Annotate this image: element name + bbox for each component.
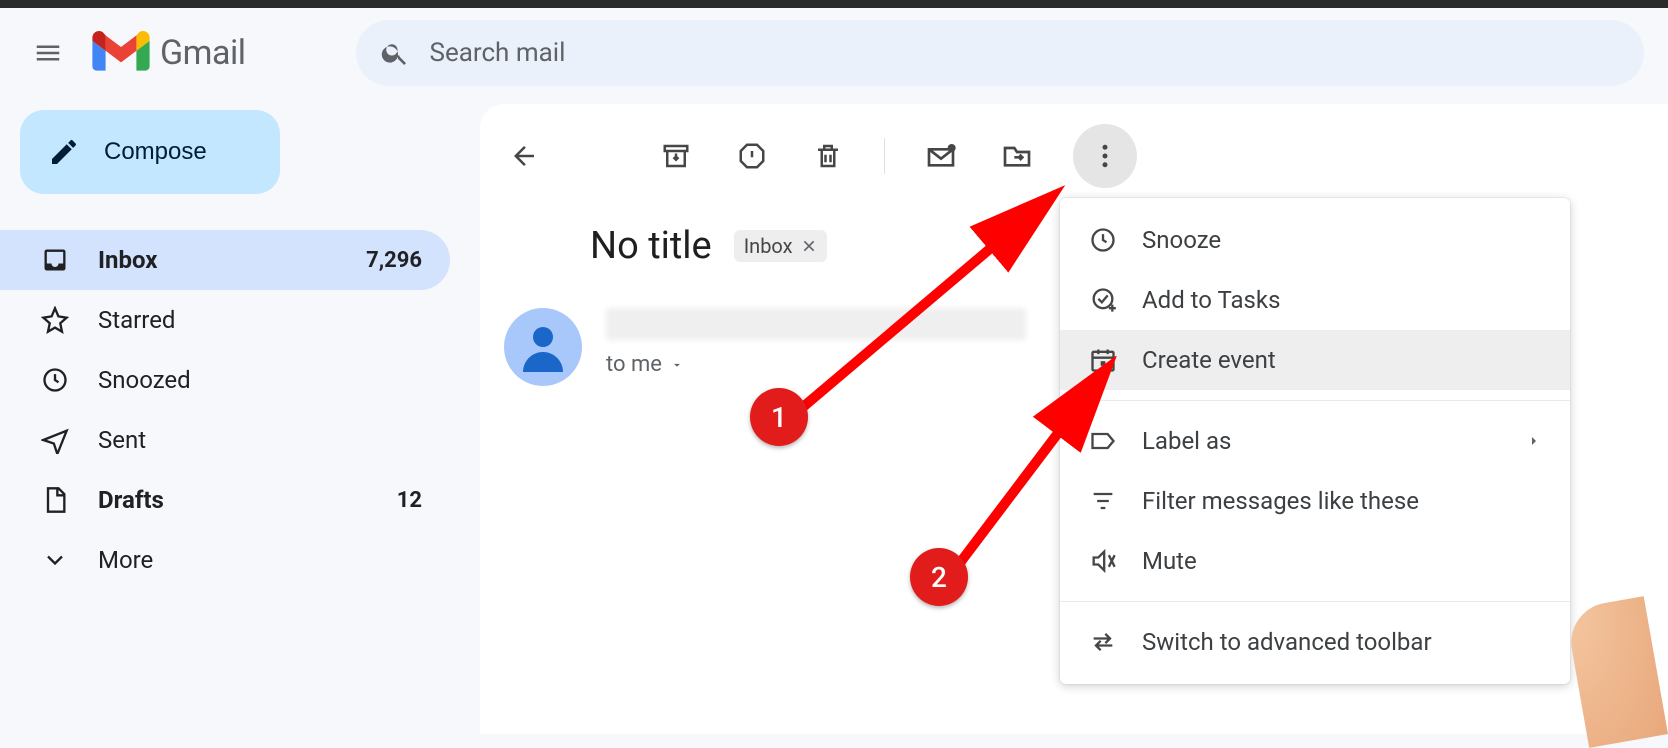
menu-item-label: Filter messages like these — [1142, 487, 1419, 515]
compose-label: Compose — [104, 138, 207, 166]
more-actions-menu: Snooze Add to Tasks Create event Label a… — [1060, 198, 1570, 684]
clock-icon — [1089, 226, 1117, 254]
menu-item-label: Add to Tasks — [1142, 286, 1280, 314]
menu-item-filter[interactable]: Filter messages like these — [1060, 471, 1570, 531]
sidebar-item-drafts[interactable]: Drafts 12 — [0, 470, 450, 530]
label-chip[interactable]: Inbox — [734, 230, 827, 262]
close-icon — [801, 238, 817, 254]
menu-divider — [1060, 400, 1570, 401]
send-icon — [41, 426, 69, 454]
menu-item-label: Snooze — [1142, 226, 1221, 254]
inbox-count: 7,296 — [366, 248, 422, 273]
person-icon — [513, 317, 573, 377]
main-menu-button[interactable] — [24, 29, 72, 77]
menu-item-label: Mute — [1142, 547, 1197, 575]
chevron-right-icon — [1526, 433, 1542, 449]
menu-divider — [1060, 601, 1570, 602]
mark-unread-button[interactable] — [921, 136, 961, 176]
compose-button[interactable]: Compose — [20, 110, 280, 194]
email-subject: No title — [590, 224, 712, 268]
sidebar-item-snoozed[interactable]: Snoozed — [0, 350, 450, 410]
delete-button[interactable] — [808, 136, 848, 176]
trash-icon — [813, 141, 843, 171]
sidebar-item-sent[interactable]: Sent — [0, 410, 450, 470]
more-vertical-icon — [1090, 141, 1120, 171]
menu-item-switch-toolbar[interactable]: Switch to advanced toolbar — [1060, 612, 1570, 672]
mail-unread-icon — [925, 140, 957, 172]
menu-item-label: Switch to advanced toolbar — [1142, 628, 1432, 656]
sender-name-redacted — [606, 308, 1026, 340]
inbox-icon — [41, 246, 69, 274]
more-actions-button[interactable] — [1073, 124, 1137, 188]
gmail-logo-icon — [92, 31, 150, 75]
sidebar: Compose Inbox 7,296 Starred Snoozed Sent — [0, 98, 480, 734]
sidebar-item-label: More — [98, 546, 153, 574]
app-header: Gmail Search mail — [0, 8, 1668, 98]
arrow-left-icon — [509, 141, 539, 171]
clock-icon — [41, 366, 69, 394]
menu-item-label: Label as — [1142, 427, 1231, 455]
move-to-button[interactable] — [997, 136, 1037, 176]
hamburger-icon — [33, 38, 63, 68]
remove-label-button[interactable] — [801, 238, 817, 254]
email-toolbar — [480, 128, 1668, 184]
archive-icon — [661, 141, 691, 171]
sidebar-item-label: Drafts — [98, 486, 164, 514]
report-spam-button[interactable] — [732, 136, 772, 176]
task-add-icon — [1089, 286, 1117, 314]
folder-move-icon — [1001, 140, 1033, 172]
star-icon — [41, 306, 69, 334]
pencil-icon — [48, 136, 80, 168]
mute-icon — [1089, 547, 1117, 575]
sidebar-item-inbox[interactable]: Inbox 7,296 — [0, 230, 450, 290]
search-placeholder: Search mail — [430, 38, 566, 68]
menu-item-snooze[interactable]: Snooze — [1060, 210, 1570, 270]
dropdown-triangle-icon — [670, 358, 684, 372]
label-icon — [1089, 427, 1117, 455]
sidebar-item-more[interactable]: More — [0, 530, 450, 590]
chevron-down-icon — [41, 546, 69, 574]
search-icon — [380, 38, 410, 68]
recipient-text: to me — [606, 352, 662, 377]
search-bar[interactable]: Search mail — [356, 20, 1644, 86]
filter-icon — [1089, 487, 1117, 515]
archive-button[interactable] — [656, 136, 696, 176]
sidebar-item-label: Inbox — [98, 246, 157, 274]
menu-item-mute[interactable]: Mute — [1060, 531, 1570, 591]
spam-icon — [737, 141, 767, 171]
calendar-icon — [1089, 346, 1117, 374]
label-chip-text: Inbox — [744, 234, 793, 258]
nav-list: Inbox 7,296 Starred Snoozed Sent Drafts … — [0, 230, 480, 590]
menu-item-label-as[interactable]: Label as — [1060, 411, 1570, 471]
toolbar-divider — [884, 138, 885, 174]
menu-item-add-to-tasks[interactable]: Add to Tasks — [1060, 270, 1570, 330]
sidebar-item-label: Snoozed — [98, 366, 191, 394]
menu-item-create-event[interactable]: Create event — [1060, 330, 1570, 390]
gmail-logo[interactable]: Gmail — [92, 31, 246, 75]
drafts-count: 12 — [397, 488, 422, 513]
sidebar-item-label: Starred — [98, 306, 175, 334]
menu-item-label: Create event — [1142, 346, 1276, 374]
file-icon — [41, 486, 69, 514]
sidebar-item-starred[interactable]: Starred — [0, 290, 450, 350]
sender-avatar[interactable] — [504, 308, 582, 386]
swap-icon — [1089, 628, 1117, 656]
sidebar-item-label: Sent — [98, 426, 146, 454]
app-name: Gmail — [160, 33, 246, 73]
back-button[interactable] — [504, 136, 544, 176]
